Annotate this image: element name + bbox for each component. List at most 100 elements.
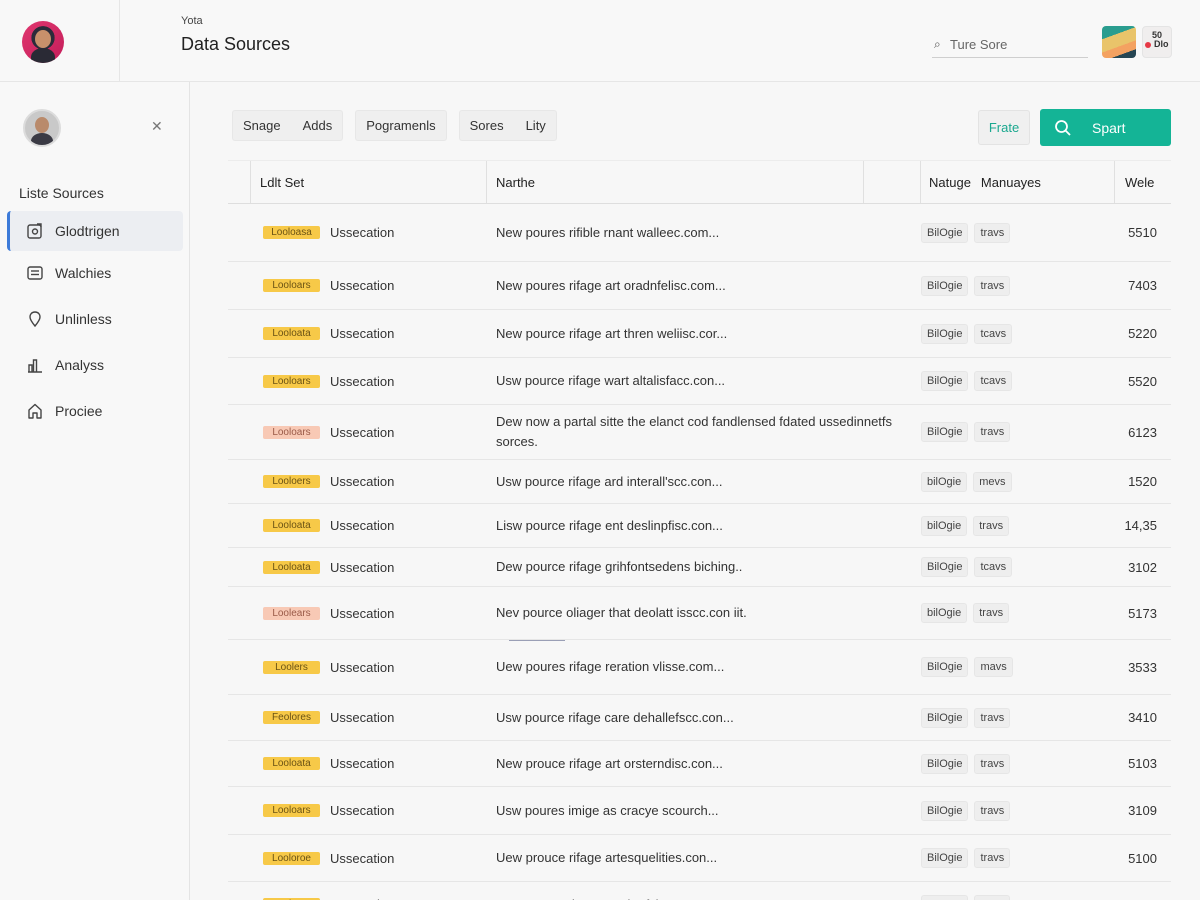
name-cell[interactable]: Usw pource rifage care dehallefscc.con..… [487,708,921,728]
nature-pill[interactable]: BilOgie [921,323,969,344]
notification-badge[interactable]: 50 Dlo [1142,26,1172,58]
manuayes-pill[interactable]: travs [974,422,1011,442]
app-thumbnail[interactable] [1102,26,1136,58]
name-cell[interactable]: Uew prouce rifage artesquelities.con... [487,848,921,868]
nature-pill[interactable]: BilOgie [921,848,969,868]
sidebar-item-analyss[interactable]: Analyss [7,345,183,385]
manuayes-pill[interactable]: travs [973,603,1010,623]
sidebar-item-walchies[interactable]: Walchies [7,253,183,293]
column-header-nature-label: Natuge [929,174,971,190]
name-cell[interactable]: New poures rifage art oradnfelisc.com... [487,276,921,296]
manuayes-pill[interactable]: travs [974,848,1011,868]
bar-chart-icon [25,355,45,375]
filter-chip-snage[interactable]: Snage Adds [232,110,344,141]
table-row[interactable]: Loolers Ussecation Uew poures rifage rerat… [228,640,1171,695]
table-row[interactable]: Looloars Ussecation Usw pource rifage wart… [228,358,1171,405]
nature-pill[interactable]: BilOgie [921,557,969,577]
name-cell[interactable]: Usw pource than areral refsisc.con... [487,895,921,900]
manuayes-pill[interactable]: travs [974,707,1011,728]
name-cell[interactable]: Dew now a partal sitte the elanct cod fa… [487,412,921,452]
column-header-name[interactable]: Narthe [487,161,864,203]
table-row[interactable]: Looloars Ussecation New poures rifage art … [228,262,1171,310]
sidebar-item-unlinless[interactable]: Unlinless [7,299,183,339]
nature-pill[interactable]: BilOgie [921,422,969,442]
nature-pill[interactable]: bilOgie [921,603,968,623]
sidebar-avatar[interactable] [23,109,61,147]
manuayes-pill[interactable]: tcavs [974,371,1013,391]
manuayes-pill[interactable]: tcavs [974,557,1013,577]
table-row[interactable]: Looloars Ussecation Usw poures imige as cr… [228,787,1171,835]
manuayes-pill[interactable]: travs [974,800,1011,821]
nature-pill[interactable]: BilOgie [921,707,969,728]
sidebar-item-label: Glodtrigen [55,223,120,239]
name-cell[interactable]: Usw pource rifage wart altalisfacc.con..… [487,371,921,391]
search-input[interactable] [950,37,1080,52]
name-cell[interactable]: New prouce rifage art orsterndisc.con... [487,754,921,774]
name-cell[interactable]: New poures rifible rnant walleec.com... [487,223,921,243]
column-header-nature[interactable]: Natuge Manuayes [921,161,1115,203]
logo-column [0,0,120,82]
set-label: Ussecation [330,518,395,533]
column-header-spacer [864,161,921,203]
sidebar-item-glodtrigen[interactable]: Glodtrigen [7,211,183,251]
nature-pill[interactable]: BilOgie [921,275,969,296]
table-row[interactable]: Looloars Ussecation Dew now a partal sitte… [228,405,1171,460]
nature-pill[interactable]: BilOgie [921,894,969,900]
table-row[interactable]: Looloata Ussecation New prouce rifage art … [228,741,1171,787]
manuayes-pill[interactable]: tcavs [974,323,1013,344]
name-cell[interactable]: Usw poures imige as cracye scourch... [487,801,921,821]
filter-chip-pogramenls[interactable]: Pogramenls [355,110,447,141]
table-row[interactable]: Looloasa Ussecation New poures rifible rna… [228,204,1171,262]
header-select-cell[interactable] [228,161,251,203]
status-tag: Looloars [263,279,320,292]
table-row[interactable]: Looloroe Ussecation Uew prouce rifage arte… [228,835,1171,882]
nature-pill[interactable]: BilOgie [921,371,969,391]
manuayes-pill[interactable]: mevs [973,471,1012,492]
table-row[interactable]: Looloata Ussecation New pource rifage art … [228,310,1171,358]
value-cell: 5100 [1128,850,1157,866]
sidebar-heading: Liste Sources [19,185,104,201]
name-cell[interactable]: Usw pource rifage ard interall'scc.con..… [487,472,921,492]
close-icon[interactable]: ✕ [151,118,163,135]
manuayes-pill[interactable]: travs [974,753,1011,774]
name-cell[interactable]: Dew pource rifage grihfontsedens biching… [487,557,921,577]
table-row[interactable]: Looloers Ussecation Usw pource rifage ard … [228,460,1171,504]
nature-pill[interactable]: BilOgie [921,800,969,821]
table-row[interactable]: Loolears Ussecation Nev pource oliager tha… [228,587,1171,640]
frate-button[interactable]: Frate [978,110,1030,145]
nature-pill[interactable]: BilOgie [921,222,969,243]
nature-pill[interactable]: BilOgie [921,657,969,677]
table-row[interactable]: Looloata Ussecation Dew pource rifage grih… [228,548,1171,587]
nature-pill[interactable]: BilOgie [921,753,969,774]
manuayes-pill[interactable]: travs [974,275,1011,296]
sidebar-item-prociee[interactable]: Prociee [7,391,183,431]
column-header-value[interactable]: Wele [1115,161,1171,203]
table-row[interactable]: Feolores Ussecation Usw pource rifage care… [228,695,1171,741]
set-label: Ussecation [330,326,395,341]
search-box[interactable]: ⌕ [932,32,1088,58]
name-cell[interactable]: New pource rifage art thren weliisc.cor.… [487,324,921,344]
value-cell: 7403 [1128,278,1157,293]
breadcrumb[interactable]: Yota [181,15,203,27]
user-avatar[interactable] [22,21,64,63]
manuayes-pill[interactable]: travs [973,515,1010,536]
filter-chip-sores[interactable]: Sores Lity [458,110,557,141]
column-header-set[interactable]: Ldlt Set [251,161,487,203]
manuayes-pill[interactable]: mavs [974,657,1013,677]
name-cell[interactable]: Lisw pource rifage ent deslinpfisc.con..… [487,516,921,536]
chip-label: Lity [525,118,546,133]
table-row[interactable]: LooloarsUssecationUsw pource than areral… [228,882,1171,900]
nature-pill[interactable]: bilOgie [921,515,968,536]
nature-pill[interactable]: bilOgie [921,471,968,492]
manuayes-pill[interactable]: travs [974,894,1011,900]
name-cell[interactable]: Uew poures rifage reration vlisse.com... [487,657,921,677]
nature-cell: BilOgietravs [921,848,1115,868]
nature-cell: BilOgie travs [921,894,1115,900]
table-row[interactable]: Looloata Ussecation Lisw pource rifage ent… [228,504,1171,548]
spart-button[interactable]: Spart [1040,109,1171,146]
name-cell[interactable]: Nev pource oliager that deolatt isscc.co… [487,603,921,623]
status-tag: Loolears [263,606,320,620]
manuayes-pill[interactable]: travs [974,222,1011,243]
value-cell: 5173 [1128,605,1157,621]
set-cell: Looloars Ussecation [228,374,487,389]
